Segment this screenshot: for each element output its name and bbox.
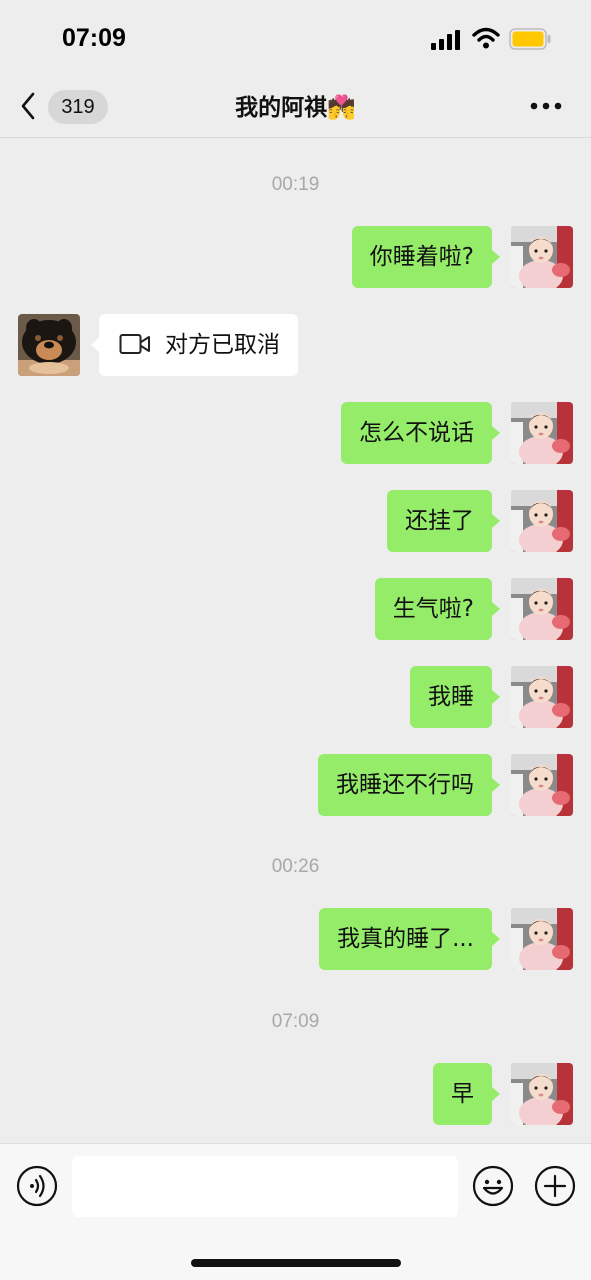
signal-icon (431, 30, 460, 50)
self-avatar[interactable] (511, 1063, 573, 1125)
message-row: 我真的睡了... (0, 908, 591, 970)
contact-avatar[interactable] (18, 314, 80, 376)
plus-icon[interactable] (534, 1165, 576, 1207)
message-row: 早 (0, 1063, 591, 1125)
self-avatar[interactable] (511, 402, 573, 464)
message-bubble-self[interactable]: 我睡 (410, 666, 500, 728)
chat-header: 319 我的阿祺💏 (0, 74, 591, 138)
message-input[interactable] (72, 1156, 458, 1217)
message-row: 我睡 (0, 666, 591, 728)
message-bubble-self[interactable]: 怎么不说话 (341, 402, 500, 464)
chevron-left-icon (21, 92, 35, 120)
message-row: 怎么不说话 (0, 402, 591, 464)
emoji-icon[interactable] (472, 1165, 514, 1207)
self-avatar[interactable] (511, 578, 573, 640)
timestamp: 00:26 (271, 856, 320, 877)
message-bubble-self[interactable]: 我睡还不行吗 (318, 754, 500, 816)
message-row: 还挂了 (0, 490, 591, 552)
self-avatar[interactable] (511, 226, 573, 288)
message-row: 生气啦? (0, 578, 591, 640)
voice-icon[interactable] (16, 1165, 58, 1207)
self-avatar[interactable] (511, 666, 573, 728)
self-avatar[interactable] (511, 490, 573, 552)
message-bubble-self[interactable]: 我真的睡了... (319, 908, 500, 970)
timestamp: 07:09 (271, 1011, 320, 1032)
message-row: 对方已取消 (0, 314, 591, 376)
video-call-icon (119, 333, 150, 354)
more-dots-icon[interactable] (530, 102, 562, 110)
status-bar: 07:09 (0, 0, 591, 74)
message-bubble-self[interactable]: 你睡着啦? (351, 226, 501, 288)
call-status-text: 对方已取消 (165, 332, 280, 358)
battery-icon (509, 28, 551, 50)
message-bubble-self[interactable]: 生气啦? (374, 578, 501, 640)
message-row: 我睡还不行吗 (0, 754, 591, 816)
call-record-bubble[interactable]: 对方已取消 (91, 314, 298, 376)
home-indicator[interactable] (191, 1259, 401, 1267)
message-bubble-self[interactable]: 还挂了 (387, 490, 500, 552)
message-row: 你睡着啦? (0, 226, 591, 288)
unread-count-badge: 319 (48, 90, 108, 124)
self-avatar[interactable] (511, 908, 573, 970)
chat-title: 我的阿祺💏 (235, 95, 356, 121)
back-button[interactable]: 319 (20, 90, 110, 124)
wifi-icon (472, 27, 500, 49)
status-time: 07:09 (62, 24, 126, 52)
timestamp: 00:19 (271, 174, 320, 195)
self-avatar[interactable] (511, 754, 573, 816)
message-bubble-self[interactable]: 早 (433, 1063, 500, 1125)
